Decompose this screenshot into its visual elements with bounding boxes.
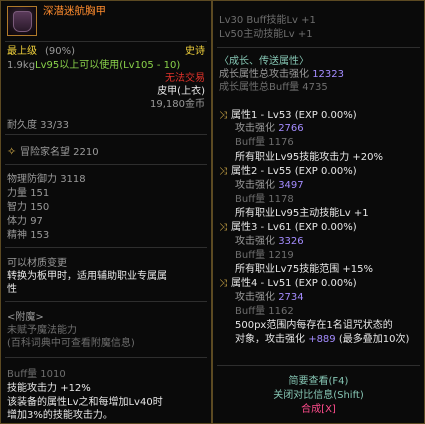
attr4-title: ⤨ 属性4 - Lv51 (EXP 0.00%) bbox=[219, 278, 357, 289]
growth-total-buff: 成长属性总Buff量 4735 bbox=[219, 82, 328, 93]
trade-status: 无法交易 bbox=[165, 73, 205, 84]
skill-attack: 技能攻击力 +12% bbox=[7, 383, 91, 394]
attr1-title: ⤨ 属性1 - Lv53 (EXP 0.00%) bbox=[219, 110, 357, 121]
fame-icon: ✧ bbox=[7, 145, 17, 158]
buff-amount: Buff量 1010 bbox=[7, 369, 66, 380]
adventurer-fame: ✧ 冒险家名望 2210 bbox=[7, 145, 99, 158]
attr1-effect: 所有职业Lv95技能攻击力 +20% bbox=[235, 152, 383, 163]
stat-intelligence: 智力 150 bbox=[7, 202, 50, 213]
attr4-effect-line2: 对象，攻击强化 +889 (最多叠加10次) bbox=[235, 334, 410, 345]
lv30-buff-skill: Lv30 Buff技能Lv +1 bbox=[219, 15, 316, 26]
item-description-line1: 该装备的属性Lv之和每增加Lv40时 bbox=[7, 397, 163, 408]
item-type: 皮甲(上衣) bbox=[157, 86, 205, 97]
brief-view-button[interactable]: 简要查看(F4) bbox=[213, 375, 424, 388]
attr3-buff: Buff量 1219 bbox=[235, 250, 294, 261]
level-requirement: Lv95以上可以使用(Lv105 - 10) bbox=[35, 60, 181, 71]
rarity-label: 史诗 bbox=[185, 46, 205, 57]
enchant-none: 未赋予魔法能力 bbox=[7, 325, 77, 336]
attr3-effect: 所有职业Lv75技能范围 +15% bbox=[235, 264, 373, 275]
shuffle-icon: ⤨ bbox=[219, 166, 227, 177]
attr1-attack: 攻击强化 2766 bbox=[235, 123, 304, 134]
shuffle-icon: ⤨ bbox=[219, 110, 227, 121]
convert-note-line1: 转换为板甲时，适用辅助职业专属属 bbox=[7, 271, 167, 282]
material-change: 可以材质变更 bbox=[7, 258, 67, 269]
grade-percent: (90%) bbox=[45, 46, 76, 57]
stat-strength: 力量 151 bbox=[7, 188, 50, 199]
attr2-effect: 所有职业Lv95主动技能Lv +1 bbox=[235, 208, 369, 219]
grade-label: 最上级 bbox=[7, 46, 37, 57]
attr3-title: ⤨ 属性3 - Lv61 (EXP 0.00%) bbox=[219, 222, 357, 233]
synthesize-button[interactable]: 合成[X] bbox=[213, 403, 424, 416]
attr1-buff: Buff量 1176 bbox=[235, 137, 294, 148]
item-tooltip-left: 深潜迷航胸甲 最上级 (90%) 史诗 1.9kg Lv95以上可以使用(Lv1… bbox=[0, 0, 212, 424]
item-price: 19,180金币 bbox=[150, 99, 205, 110]
attr2-attack: 攻击强化 3497 bbox=[235, 180, 304, 191]
attr4-buff: Buff量 1162 bbox=[235, 306, 294, 317]
shuffle-icon: ⤨ bbox=[219, 278, 227, 289]
item-weight: 1.9kg bbox=[7, 60, 36, 71]
armor-item-icon bbox=[7, 6, 37, 36]
convert-note-line2: 性 bbox=[7, 284, 17, 295]
stat-spirit: 精神 153 bbox=[7, 230, 50, 241]
close-compare-button[interactable]: 关闭对比信息(Shift) bbox=[213, 389, 424, 402]
stat-defense: 物理防御力 3118 bbox=[7, 174, 86, 185]
attr2-title: ⤨ 属性2 - Lv55 (EXP 0.00%) bbox=[219, 166, 357, 177]
growth-header: 〈成长、传送属性〉 bbox=[219, 56, 309, 67]
item-description-line2: 增加3%的技能攻击力。 bbox=[7, 410, 113, 421]
durability: 耐久度 33/33 bbox=[7, 120, 69, 131]
shuffle-icon: ⤨ bbox=[219, 222, 227, 233]
stat-vitality: 体力 97 bbox=[7, 216, 43, 227]
attr4-effect-line1: 500px范围内每存在1名诅咒状态的 bbox=[235, 320, 393, 331]
attr4-attack: 攻击强化 2734 bbox=[235, 292, 304, 303]
attr3-attack: 攻击强化 3326 bbox=[235, 236, 304, 247]
growth-total-attack: 成长属性总攻击强化 12323 bbox=[219, 69, 344, 80]
lv50-active-skill: Lv50主动技能Lv +1 bbox=[219, 29, 313, 40]
enchant-header: <附魔> bbox=[7, 312, 44, 323]
item-tooltip-right: Lv30 Buff技能Lv +1 Lv50主动技能Lv +1 〈成长、传送属性〉… bbox=[212, 0, 425, 424]
enchant-hint: (百科词典中可查看附魔信息) bbox=[7, 338, 135, 349]
item-name: 深潜迷航胸甲 bbox=[43, 5, 106, 17]
attr2-buff: Buff量 1178 bbox=[235, 194, 294, 205]
